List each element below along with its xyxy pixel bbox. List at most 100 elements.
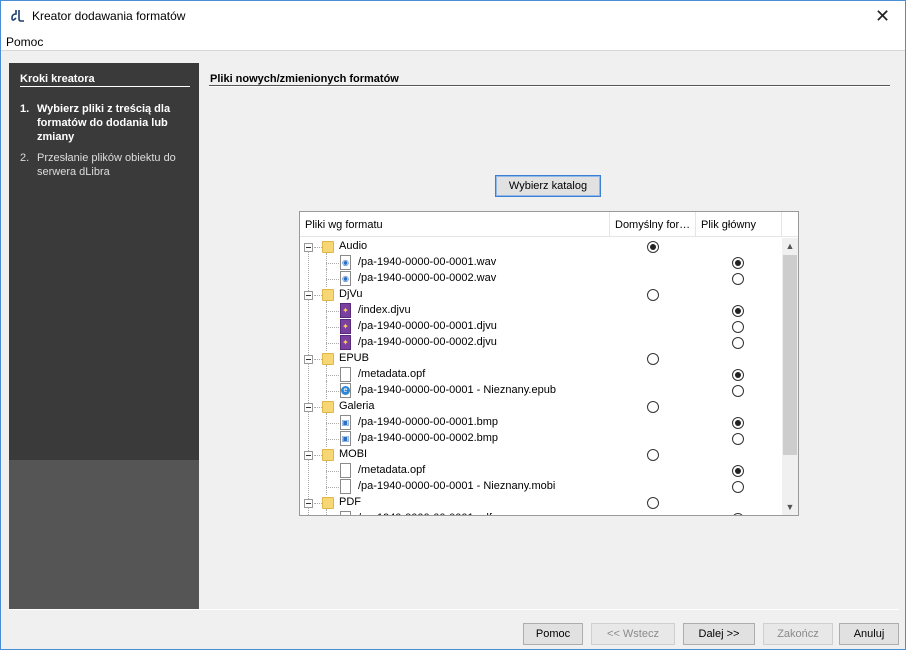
wizard-window: Kreator dodawania formatów ✕ Pomoc Kroki… bbox=[0, 0, 906, 650]
file-path-label: /pa-1940-0000-00-0002.bmp bbox=[358, 432, 499, 444]
tree-connector bbox=[326, 269, 327, 287]
back-button[interactable]: << Wstecz bbox=[591, 623, 675, 645]
tree-connector bbox=[314, 247, 322, 248]
tree-file-row[interactable]: /metadata.opf bbox=[300, 365, 782, 383]
folder-icon bbox=[322, 449, 334, 461]
tree-connector bbox=[326, 311, 339, 312]
section-divider-highlight bbox=[209, 86, 890, 87]
tree-connector bbox=[326, 487, 339, 488]
main-file-radio[interactable] bbox=[732, 513, 744, 515]
main-file-radio[interactable] bbox=[732, 417, 744, 429]
tree-group-row[interactable]: PDF bbox=[300, 495, 782, 511]
file-path-label: /pa-1940-0000-00-0002.djvu bbox=[358, 336, 497, 348]
collapse-icon[interactable] bbox=[304, 291, 313, 300]
generic-file-icon bbox=[340, 463, 351, 478]
main-file-radio[interactable] bbox=[732, 433, 744, 445]
default-format-radio[interactable] bbox=[647, 289, 659, 301]
vertical-scrollbar[interactable]: ▲ ▼ bbox=[782, 238, 798, 515]
column-header-files[interactable]: Pliki wg formatu bbox=[300, 212, 610, 237]
tree-file-row[interactable]: ◉ /pa-1940-0000-00-0002.wav bbox=[300, 269, 782, 287]
scroll-down-icon[interactable]: ▼ bbox=[782, 499, 798, 515]
tree-file-row[interactable]: ✦ /pa-1940-0000-00-0001.djvu bbox=[300, 317, 782, 335]
tree-file-row[interactable]: ▣ /pa-1940-0000-00-0001.bmp bbox=[300, 413, 782, 431]
format-files-tree: Pliki wg formatu Domyślny for… Plik głów… bbox=[299, 211, 799, 516]
tree-connector bbox=[326, 391, 339, 392]
tree-connector bbox=[314, 295, 322, 296]
collapse-icon[interactable] bbox=[304, 451, 313, 460]
main-file-radio[interactable] bbox=[732, 465, 744, 477]
default-format-radio[interactable] bbox=[647, 449, 659, 461]
menu-help[interactable]: Pomoc bbox=[6, 35, 43, 49]
column-header-main-file[interactable]: Plik główny bbox=[696, 212, 782, 237]
tree-group-row[interactable]: DjVu bbox=[300, 287, 782, 303]
folder-icon bbox=[322, 353, 334, 365]
tree-connector bbox=[326, 439, 339, 440]
format-group-label: Audio bbox=[339, 240, 368, 252]
format-group-label: DjVu bbox=[339, 288, 363, 300]
tree-connector bbox=[314, 407, 322, 408]
finish-button[interactable]: Zakończ bbox=[763, 623, 833, 645]
tree-connector bbox=[326, 477, 327, 495]
tree-file-row[interactable]: ▣ /pa-1940-0000-00-0001.pdf bbox=[300, 509, 782, 515]
djvu-file-icon: ✦ bbox=[340, 335, 351, 350]
tree-file-row[interactable]: e/pa-1940-0000-00-0001 - Nieznany.epub bbox=[300, 381, 782, 399]
main-file-radio[interactable] bbox=[732, 337, 744, 349]
tree-file-row[interactable]: /metadata.opf bbox=[300, 461, 782, 479]
format-group-label: PDF bbox=[339, 496, 361, 508]
tree-connector bbox=[314, 359, 322, 360]
title-bar: Kreator dodawania formatów ✕ bbox=[1, 1, 905, 32]
folder-icon bbox=[322, 289, 334, 301]
sidebar-title: Kroki kreatora bbox=[20, 73, 95, 85]
tree-file-row[interactable]: ◉ /pa-1940-0000-00-0001.wav bbox=[300, 253, 782, 271]
main-file-radio[interactable] bbox=[732, 305, 744, 317]
format-group-label: Galeria bbox=[339, 400, 375, 412]
main-file-radio[interactable] bbox=[732, 481, 744, 493]
collapse-icon[interactable] bbox=[304, 243, 313, 252]
default-format-radio[interactable] bbox=[647, 241, 659, 253]
tree-file-row[interactable]: ▣ /pa-1940-0000-00-0002.bmp bbox=[300, 429, 782, 447]
close-button[interactable]: ✕ bbox=[860, 1, 905, 32]
main-file-radio[interactable] bbox=[732, 321, 744, 333]
tree-group-row[interactable]: EPUB bbox=[300, 351, 782, 367]
audio-file-icon: ◉ bbox=[340, 271, 351, 286]
default-format-radio[interactable] bbox=[647, 401, 659, 413]
collapse-icon[interactable] bbox=[304, 499, 313, 508]
tree-group-row[interactable]: Audio bbox=[300, 239, 782, 255]
tree-group-row[interactable]: MOBI bbox=[300, 447, 782, 463]
tree-file-row[interactable]: /pa-1940-0000-00-0001 - Nieznany.mobi bbox=[300, 477, 782, 495]
tree-file-row[interactable]: ✦ /pa-1940-0000-00-0002.djvu bbox=[300, 333, 782, 351]
main-file-radio[interactable] bbox=[732, 273, 744, 285]
tree-connector bbox=[326, 423, 339, 424]
choose-directory-button[interactable]: Wybierz katalog bbox=[495, 175, 601, 197]
main-file-radio[interactable] bbox=[732, 385, 744, 397]
column-header-default-format[interactable]: Domyślny for… bbox=[610, 212, 696, 237]
section-title: Pliki nowych/zmienionych formatów bbox=[210, 73, 399, 85]
file-path-label: /metadata.opf bbox=[358, 368, 426, 380]
tree-connector bbox=[326, 327, 339, 328]
folder-icon bbox=[322, 401, 334, 413]
tree-connector bbox=[326, 279, 339, 280]
tree-connector bbox=[326, 429, 327, 447]
scrollbar-thumb[interactable] bbox=[783, 255, 797, 455]
step-1: 1. Wybierz pliki z treścią dla formatów … bbox=[20, 102, 190, 144]
file-path-label: /pa-1940-0000-00-0001 - Nieznany.mobi bbox=[358, 480, 556, 492]
close-icon: ✕ bbox=[874, 6, 891, 26]
collapse-icon[interactable] bbox=[304, 403, 313, 412]
default-format-radio[interactable] bbox=[647, 497, 659, 509]
scroll-up-icon[interactable]: ▲ bbox=[782, 238, 798, 254]
dlibra-logo-icon bbox=[11, 10, 24, 22]
tree-connector bbox=[326, 509, 327, 515]
collapse-icon[interactable] bbox=[304, 355, 313, 364]
main-file-radio[interactable] bbox=[732, 257, 744, 269]
tree-file-row[interactable]: ✦ /index.djvu bbox=[300, 301, 782, 319]
menu-bar: Pomoc bbox=[1, 32, 905, 51]
cancel-button[interactable]: Anuluj bbox=[839, 623, 899, 645]
help-button[interactable]: Pomoc bbox=[523, 623, 583, 645]
footer-divider bbox=[9, 609, 899, 610]
tree-group-row[interactable]: Galeria bbox=[300, 399, 782, 415]
tree-connector bbox=[326, 381, 327, 399]
next-button[interactable]: Dalej >> bbox=[683, 623, 755, 645]
pdf-file-icon: ▣ bbox=[340, 511, 351, 515]
main-file-radio[interactable] bbox=[732, 369, 744, 381]
default-format-radio[interactable] bbox=[647, 353, 659, 365]
